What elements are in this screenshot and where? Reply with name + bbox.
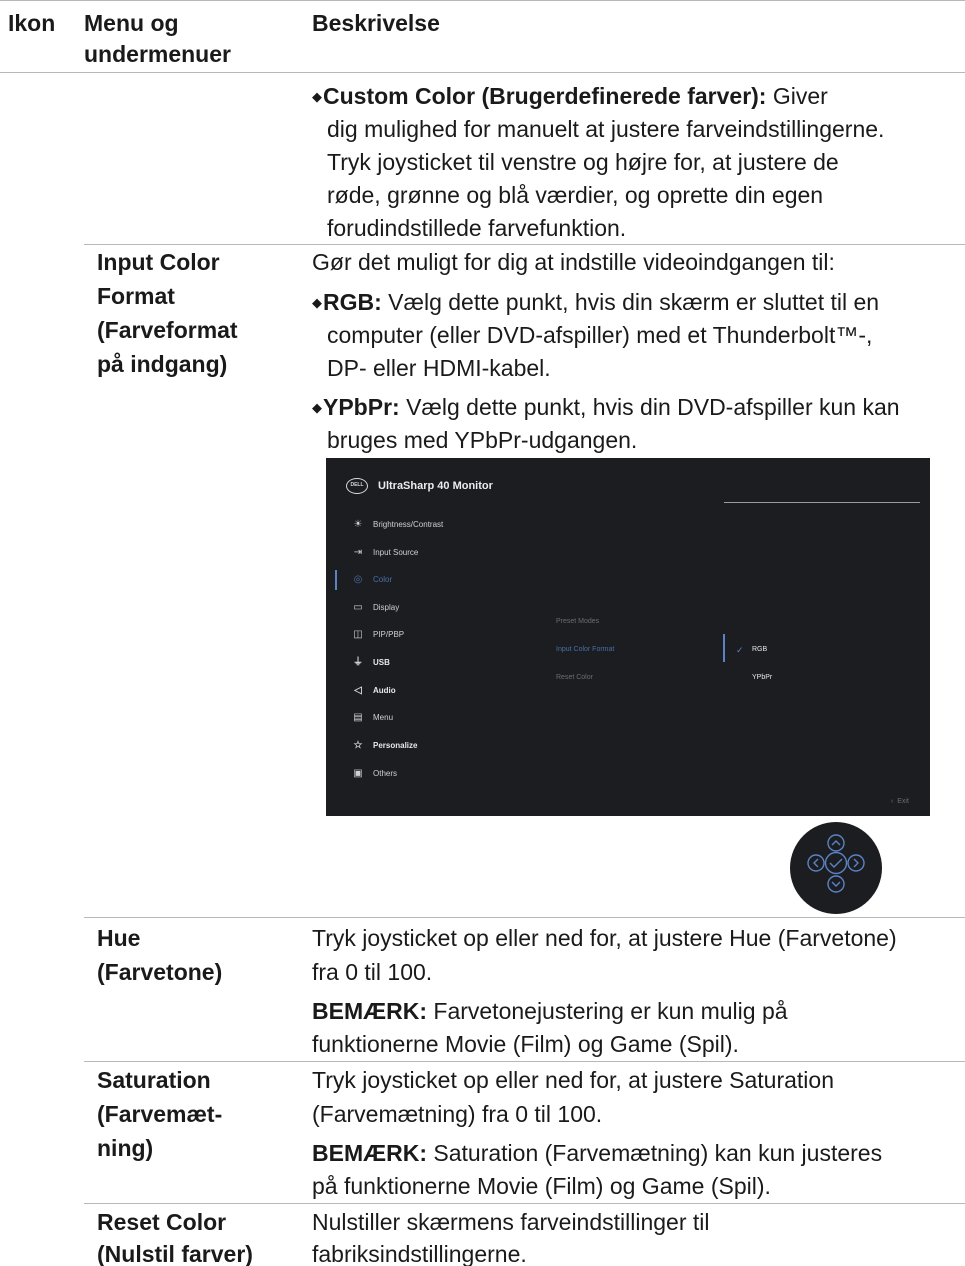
- hue-line2: fra 0 til 100.: [312, 959, 433, 985]
- display-icon: ▭: [353, 602, 363, 613]
- hue-note-line1: BEMÆRK: Farvetonejustering er kun mulig …: [312, 998, 788, 1024]
- header-menu-column-line1: Menu og: [84, 10, 179, 36]
- osd-menu-color[interactable]: ◎ Color: [350, 571, 393, 589]
- osd-menu-display[interactable]: ▭ Display: [350, 599, 399, 617]
- osd-sub-reset-color[interactable]: Reset Color: [556, 671, 593, 685]
- top-rule: [0, 0, 965, 1]
- joystick-left-icon: [807, 854, 825, 872]
- ypbpr-line1: ◆YPbPr: Vælg dette punkt, hvis din DVD-a…: [312, 391, 900, 424]
- menu-icon: ▤: [353, 712, 363, 723]
- joystick-up-icon: [827, 834, 845, 852]
- row-rule: [84, 917, 965, 918]
- header-icon-column: Ikon: [8, 10, 56, 36]
- header-menu-column-line2: undermenuer: [84, 41, 231, 67]
- check-icon: ✓: [736, 645, 744, 655]
- chevron-left-icon: ‹: [891, 798, 894, 805]
- audio-icon: ◁: [354, 685, 362, 696]
- input-color-format-name-3: (Farveformat: [97, 317, 238, 343]
- osd-active-indicator: [335, 570, 337, 590]
- usb-icon: ⏚: [353, 657, 363, 668]
- hue-note-line2: funktionerne Movie (Film) og Game (Spil)…: [312, 1031, 739, 1057]
- saturation-line2: (Farvemætning) fra 0 til 100.: [312, 1101, 603, 1127]
- saturation-note-line2: på funktionerne Movie (Film) og Game (Sp…: [312, 1173, 771, 1199]
- osd-selection-indicator: [723, 634, 725, 662]
- row-rule: [84, 244, 965, 245]
- saturation-name-1: Saturation: [97, 1067, 211, 1093]
- pip-pbp-icon: ◫: [353, 629, 363, 640]
- osd-menu-pip-pbp[interactable]: ◫ PIP/PBP: [350, 626, 404, 644]
- osd-menu-screenshot: DELL UltraSharp 40 Monitor ☀ Brightness/C…: [326, 458, 930, 816]
- others-icon: ▣: [353, 768, 363, 779]
- custom-color-line1: ◆Custom Color (Brugerdefinerede farver):…: [312, 80, 828, 113]
- input-color-format-intro: Gør det muligt for dig at indstille vide…: [312, 249, 835, 275]
- osd-menu-others[interactable]: ▣ Others: [350, 765, 397, 783]
- color-icon: ◎: [353, 574, 363, 585]
- saturation-note-line1: BEMÆRK: Saturation (Farvemætning) kan ku…: [312, 1140, 883, 1166]
- custom-color-line3: Tryk joysticket til venstre og højre for…: [327, 149, 839, 175]
- osd-menu-personalize[interactable]: ☆ Personalize: [350, 737, 418, 755]
- reset-color-line1: Nulstiller skærmens farveindstillinger t…: [312, 1209, 710, 1235]
- reset-color-line2: fabriksindstillingerne.: [312, 1241, 527, 1266]
- custom-color-line4: røde, grønne og blå værdier, og oprette …: [327, 182, 824, 208]
- joystick-controller-icon: [790, 822, 882, 914]
- joystick-down-icon: [827, 875, 845, 893]
- hue-name-2: (Farvetone): [97, 959, 223, 985]
- hue-name-1: Hue: [97, 925, 141, 951]
- osd-sub-preset-modes[interactable]: Preset Modes: [556, 615, 599, 629]
- saturation-line1: Tryk joysticket op eller ned for, at jus…: [312, 1067, 835, 1093]
- input-color-format-name-4: på indgang): [97, 351, 228, 377]
- osd-title-rule: [724, 502, 920, 503]
- input-color-format-name-2: Format: [97, 283, 175, 309]
- bullet-icon: ◆: [312, 295, 322, 310]
- rgb-line1: ◆RGB: Vælg dette punkt, hvis din skærm e…: [312, 286, 879, 319]
- hue-line1: Tryk joysticket op eller ned for, at jus…: [312, 925, 897, 951]
- reset-color-name-2: (Nulstil farver): [97, 1241, 253, 1266]
- osd-exit-button[interactable]: ‹ Exit: [891, 795, 909, 809]
- saturation-name-2: (Farvemæt-: [97, 1101, 223, 1127]
- osd-menu-usb[interactable]: ⏚ USB: [350, 654, 390, 672]
- input-source-icon: ⇥: [353, 547, 363, 558]
- joystick-right-icon: [847, 854, 865, 872]
- bullet-icon: ◆: [312, 89, 322, 104]
- osd-sub-input-color-format[interactable]: Input Color Format: [556, 643, 614, 657]
- bullet-icon: ◆: [312, 400, 322, 415]
- osd-menu-brightness-contrast[interactable]: ☀ Brightness/Contrast: [350, 516, 444, 534]
- rgb-line3: DP- eller HDMI-kabel.: [327, 355, 551, 381]
- header-description-column: Beskrivelse: [312, 10, 440, 36]
- dell-logo: DELL: [346, 478, 368, 494]
- osd-option-rgb[interactable]: RGB: [752, 643, 767, 657]
- custom-color-line5: forudindstillede farvefunktion.: [327, 215, 627, 241]
- reset-color-name-1: Reset Color: [97, 1209, 227, 1235]
- rgb-line2: computer (eller DVD-afspiller) med et Th…: [327, 322, 873, 348]
- star-icon: ☆: [353, 740, 363, 751]
- custom-color-line2: dig mulighed for manuelt at justere farv…: [327, 116, 885, 142]
- osd-option-ypbpr[interactable]: YPbPr: [752, 671, 772, 685]
- osd-title: UltraSharp 40 Monitor: [378, 480, 493, 492]
- osd-menu-menu[interactable]: ▤ Menu: [350, 709, 393, 727]
- saturation-name-3: ning): [97, 1135, 154, 1161]
- brightness-icon: ☀: [353, 519, 363, 530]
- osd-menu-input-source[interactable]: ⇥ Input Source: [350, 544, 419, 562]
- ypbpr-line2: bruges med YPbPr-udgangen.: [327, 427, 638, 453]
- osd-menu-audio[interactable]: ◁ Audio: [350, 682, 396, 700]
- row-rule: [84, 1203, 965, 1204]
- input-color-format-name-1: Input Color: [97, 249, 220, 275]
- row-rule: [84, 1061, 965, 1062]
- joystick-center-icon: [824, 851, 848, 875]
- header-rule: [0, 72, 965, 73]
